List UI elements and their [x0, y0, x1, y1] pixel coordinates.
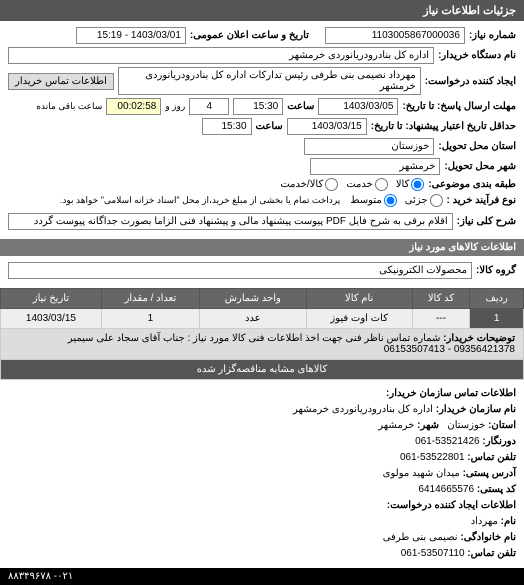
purchase-type-label: نوع فرآیند خرید : — [447, 195, 516, 206]
category-label: طبقه بندی موضوعی: — [428, 179, 516, 190]
cat-both-radio[interactable] — [325, 178, 338, 191]
cat-goods-text: کالا — [396, 179, 410, 190]
deadline-date-field: 1403/03/05 — [318, 98, 398, 115]
phone2-label: تلفن تماس: — [467, 548, 516, 559]
pt-small-option[interactable]: جزئی — [405, 194, 443, 207]
remain-time-field: 00:02:58 — [106, 98, 161, 115]
remain-label: ساعت باقی مانده — [36, 101, 102, 112]
time-label-2: ساعت — [256, 121, 283, 132]
pt-small-radio[interactable] — [430, 194, 443, 207]
th-code: کد کالا — [412, 289, 470, 309]
fax-value: 53521426-061 — [415, 436, 480, 447]
cat-service-text: خدمت — [346, 179, 373, 190]
cell-unit: عدد — [199, 309, 306, 329]
table-row[interactable]: 1 --- کات اوت فیوز عدد 1 1403/03/15 — [1, 309, 524, 329]
fname-value: مهرداد — [471, 516, 498, 527]
th-row: ردیف — [470, 289, 524, 309]
bottom-bar: ۸۸۳۴۹۶۷۸ -۰۲۱ — [0, 568, 524, 585]
pt-small-text: جزئی — [405, 195, 428, 206]
group-label: گروه کالا: — [476, 265, 516, 276]
goods-section-header: اطلاعات کالاهای مورد نیاز — [0, 239, 524, 256]
th-unit: واحد شمارش — [199, 289, 306, 309]
deadline-label: مهلت ارسال پاسخ: تا تاریخ: — [402, 101, 516, 112]
org-value: اداره کل بنادرودریانوردی خرمشهر — [293, 404, 433, 415]
pt-medium-radio[interactable] — [384, 194, 397, 207]
th-qty: تعداد / مقدار — [101, 289, 199, 309]
cell-date: 1403/03/15 — [1, 309, 102, 329]
customer-name-field: اداره کل بنادرودریانوردی خرمشهر — [8, 47, 434, 64]
group-field: محصولات الکترونیکی — [8, 262, 472, 279]
delivery-city-field: خرمشهر — [310, 158, 440, 175]
cell-code: --- — [412, 309, 470, 329]
page-title: جزئیات اطلاعات نیاز — [0, 0, 524, 21]
table-sub-row: کالاهای مشابه مناقصه‌گزار شده — [1, 360, 524, 380]
addr-label: آدرس پستی: — [463, 468, 516, 479]
creator2-label: اطلاعات ایجاد کننده درخواست: — [8, 498, 516, 514]
cell-idx: 1 — [470, 309, 524, 329]
deadline-time-field: 15:30 — [233, 98, 283, 115]
goods-table: ردیف کد کالا نام کالا واحد شمارش تعداد /… — [0, 288, 524, 380]
cat-goods-option[interactable]: کالا — [396, 178, 425, 191]
pt-medium-option[interactable]: متوسط — [350, 194, 396, 207]
fname-label: نام: — [501, 516, 516, 527]
footer-title: اطلاعات تماس سازمان خریدار: — [8, 386, 516, 402]
fax-label: دورنگار: — [482, 436, 516, 447]
footer-contact-section: اطلاعات تماس سازمان خریدار: نام سازمان خ… — [0, 380, 524, 568]
cat-both-text: کالا/خدمت — [280, 179, 323, 190]
zip-value: 6414665576 — [418, 484, 474, 495]
th-date: تاریخ نیاز — [1, 289, 102, 309]
valid-time-field: 15:30 — [202, 118, 252, 135]
phone-value: 53522801-061 — [400, 452, 465, 463]
details-label: توضیحات خریدار: — [443, 333, 515, 344]
delivery-city-label: شهر محل تحویل: — [444, 161, 516, 172]
cat-service-radio[interactable] — [375, 178, 388, 191]
addr-value: میدان شهید مولوی — [383, 468, 460, 479]
lname-value: نصیمی بنی طرفی — [383, 532, 458, 543]
cat-service-option[interactable]: خدمت — [346, 178, 388, 191]
cell-name: کات اوت فیوز — [306, 309, 412, 329]
lname-label: نام خانوادگی: — [460, 532, 516, 543]
th-name: نام کالا — [306, 289, 412, 309]
sub-row-text: کالاهای مشابه مناقصه‌گزار شده — [1, 360, 524, 380]
city-value: خرمشهر — [378, 420, 414, 431]
contact-info-button[interactable]: اطلاعات تماس خریدار — [8, 73, 114, 90]
org-label: نام سازمان خریدار: — [436, 404, 516, 415]
main-form: شماره نیاز: 1103005867000036 تاریخ و ساع… — [0, 21, 524, 239]
pt-note: پرداخت تمام یا بخشی از مبلغ خرید،از محل … — [60, 195, 340, 206]
cat-goods-radio[interactable] — [411, 178, 424, 191]
days-left-field: 4 — [189, 98, 229, 115]
valid-label: حداقل تاریخ اعتبار پیشنهاد: تا تاریخ: — [371, 121, 516, 132]
delivery-prov-label: استان محل تحویل: — [438, 141, 516, 152]
valid-date-field: 1403/03/15 — [287, 118, 367, 135]
pt-medium-text: متوسط — [350, 195, 381, 206]
req-no-field: 1103005867000036 — [325, 27, 465, 44]
creator-field: مهرداد نصیمی بنی طرفی رئیس تدارکات اداره… — [118, 67, 421, 95]
announce-label: تاریخ و ساعت اعلان عمومی: — [190, 30, 309, 41]
req-no-label: شماره نیاز: — [469, 30, 516, 41]
zip-label: کد پستی: — [477, 484, 516, 495]
cat-both-option[interactable]: کالا/خدمت — [280, 178, 338, 191]
customer-name-label: نام دستگاه خریدار: — [438, 50, 516, 61]
prov-label: استان: — [488, 420, 516, 431]
table-details-row: توضیحات خریدار: شماره تماس ناظر فنی جهت … — [1, 329, 524, 360]
delivery-prov-field: خوزستان — [304, 138, 434, 155]
phone2-value: 53507110-061 — [401, 548, 465, 559]
announce-date-field: 1403/03/01 - 15:19 — [76, 27, 186, 44]
desc-label: شرح کلی نیاز: — [457, 216, 516, 227]
prov-value: خوزستان — [447, 420, 485, 431]
day-word: روز و — [165, 101, 185, 112]
creator-label: ایجاد کننده درخواست: — [425, 76, 516, 87]
cell-qty: 1 — [101, 309, 199, 329]
time-label-1: ساعت — [287, 101, 314, 112]
phone-label: تلفن تماس: — [467, 452, 516, 463]
city-label: شهر: — [417, 420, 439, 431]
desc-field: اقلام برقی به شرح فایل PDF پیوست پیشنهاد… — [8, 213, 453, 230]
